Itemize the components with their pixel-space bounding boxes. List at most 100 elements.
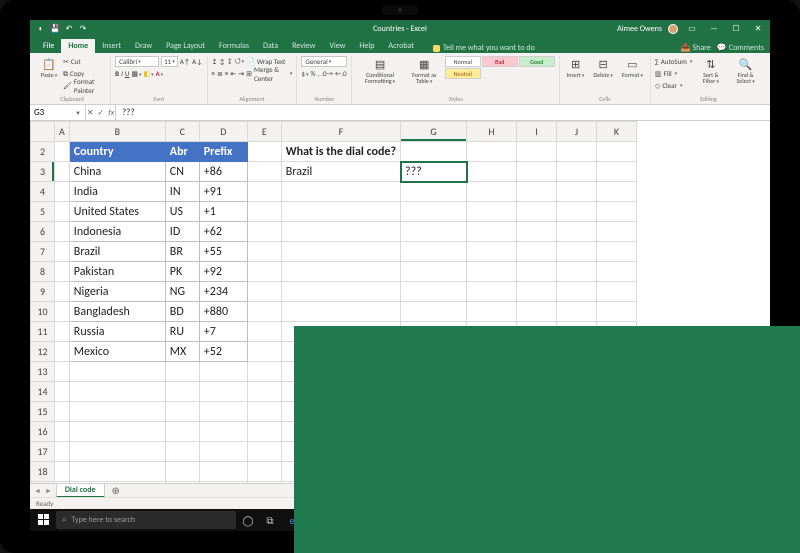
cell-E17[interactable] [247, 442, 281, 462]
cell-C6[interactable]: ID [165, 222, 199, 242]
align-middle-icon[interactable]: ↕ [219, 57, 224, 66]
cell-B15[interactable] [69, 402, 165, 422]
column-header-H[interactable]: H [467, 122, 517, 142]
number-format-picker[interactable]: General [301, 56, 347, 67]
cell-A16[interactable] [55, 422, 70, 442]
comma-format-icon[interactable]: , [318, 69, 320, 78]
ribbon-options-icon[interactable]: ▭ [684, 24, 700, 34]
cell-C8[interactable]: PK [165, 262, 199, 282]
cell-D7[interactable]: +55 [199, 242, 247, 262]
row-header-11[interactable]: 11 [31, 322, 55, 342]
cell-B10[interactable]: Bangladesh [69, 302, 165, 322]
tab-draw[interactable]: Draw [128, 39, 159, 53]
tab-file[interactable]: File [36, 39, 61, 53]
cell-J4[interactable] [557, 182, 597, 202]
cell-F2[interactable]: What is the dial code? [281, 142, 400, 162]
cell-K5[interactable] [597, 202, 637, 222]
name-box[interactable]: G3 ▼ [30, 105, 86, 120]
cell-I2[interactable] [517, 142, 557, 162]
row-header-18[interactable]: 18 [31, 462, 55, 482]
cell-D18[interactable] [199, 462, 247, 482]
column-header-K[interactable]: K [597, 122, 637, 142]
cell-E2[interactable] [247, 142, 281, 162]
tab-formulas[interactable]: Formulas [212, 39, 256, 53]
cell-A6[interactable] [55, 222, 70, 242]
cell-A11[interactable] [55, 322, 70, 342]
cell-F6[interactable] [281, 222, 400, 242]
style-bad[interactable]: Bad [482, 56, 518, 67]
cancel-formula-icon[interactable]: ✕ [87, 108, 94, 118]
tab-view[interactable]: View [322, 39, 352, 53]
sheet-tab-active[interactable]: Dial code [56, 483, 105, 498]
font-color-button[interactable]: A [156, 69, 164, 78]
italic-button[interactable]: I [121, 69, 123, 78]
cell-B18[interactable] [69, 462, 165, 482]
cell-B4[interactable]: India [69, 182, 165, 202]
autosum-button[interactable]: ∑ AutoSum [655, 56, 693, 67]
cell-C17[interactable] [165, 442, 199, 462]
cell-B7[interactable]: Brazil [69, 242, 165, 262]
row-header-8[interactable]: 8 [31, 262, 55, 282]
column-header-B[interactable]: B [69, 122, 165, 142]
align-top-icon[interactable]: ↥ [212, 57, 218, 66]
tab-home[interactable]: Home [61, 39, 95, 53]
cell-C3[interactable]: CN [165, 162, 199, 182]
row-header-16[interactable]: 16 [31, 422, 55, 442]
row-header-19[interactable]: 19 [31, 482, 55, 484]
cell-D13[interactable] [199, 362, 247, 382]
row-header-6[interactable]: 6 [31, 222, 55, 242]
cell-A14[interactable] [55, 382, 70, 402]
cell-A17[interactable] [55, 442, 70, 462]
minimize-icon[interactable]: — [706, 24, 722, 34]
row-header-12[interactable]: 12 [31, 342, 55, 362]
fill-color-button[interactable]: ◧ [143, 69, 153, 78]
cell-K3[interactable] [597, 162, 637, 182]
increase-font-icon[interactable]: A↑ [180, 57, 190, 66]
cell-A15[interactable] [55, 402, 70, 422]
cell-D14[interactable] [199, 382, 247, 402]
cell-C14[interactable] [165, 382, 199, 402]
cell-H4[interactable] [467, 182, 517, 202]
cell-E15[interactable] [247, 402, 281, 422]
merge-center-button[interactable]: ⊞ Merge & Center [246, 68, 292, 79]
cell-B9[interactable]: Nigeria [69, 282, 165, 302]
cell-J3[interactable] [557, 162, 597, 182]
cell-E16[interactable] [247, 422, 281, 442]
cell-K7[interactable] [597, 242, 637, 262]
cell-K9[interactable] [597, 282, 637, 302]
cell-E14[interactable] [247, 382, 281, 402]
clear-button[interactable]: ◇ Clear [655, 80, 693, 91]
redo-icon[interactable]: ↷ [78, 24, 88, 34]
cell-E7[interactable] [247, 242, 281, 262]
cell-A2[interactable] [55, 142, 70, 162]
row-header-3[interactable]: 3 [31, 162, 55, 182]
cell-E12[interactable] [247, 342, 281, 362]
cell-F9[interactable] [281, 282, 400, 302]
style-neutral[interactable]: Neutral [445, 68, 481, 79]
cell-A3[interactable] [55, 162, 70, 182]
cell-A8[interactable] [55, 262, 70, 282]
tab-help[interactable]: Help [352, 39, 381, 53]
cell-E3[interactable] [247, 162, 281, 182]
tab-data[interactable]: Data [256, 39, 285, 53]
cell-D16[interactable] [199, 422, 247, 442]
increase-indent-icon[interactable]: ⇥ [238, 69, 244, 78]
cell-G2[interactable] [401, 142, 467, 162]
row-header-2[interactable]: 2 [31, 142, 55, 162]
font-size-picker[interactable]: 11 [161, 56, 178, 67]
cell-H2[interactable] [467, 142, 517, 162]
task-view-icon[interactable]: ⧉ [260, 510, 280, 530]
cell-F10[interactable] [281, 302, 400, 322]
cell-K4[interactable] [597, 182, 637, 202]
cell-C9[interactable]: NG [165, 282, 199, 302]
start-button[interactable] [34, 510, 54, 530]
cell-K8[interactable] [597, 262, 637, 282]
cell-D2[interactable]: Prefix [199, 142, 247, 162]
cell-D8[interactable]: +92 [199, 262, 247, 282]
cell-G10[interactable] [401, 302, 467, 322]
enter-formula-icon[interactable]: ✓ [98, 108, 105, 118]
cell-C12[interactable]: MX [165, 342, 199, 362]
paste-button[interactable]: 📋 Paste [38, 56, 60, 80]
bold-button[interactable]: B [115, 69, 119, 78]
cell-A5[interactable] [55, 202, 70, 222]
